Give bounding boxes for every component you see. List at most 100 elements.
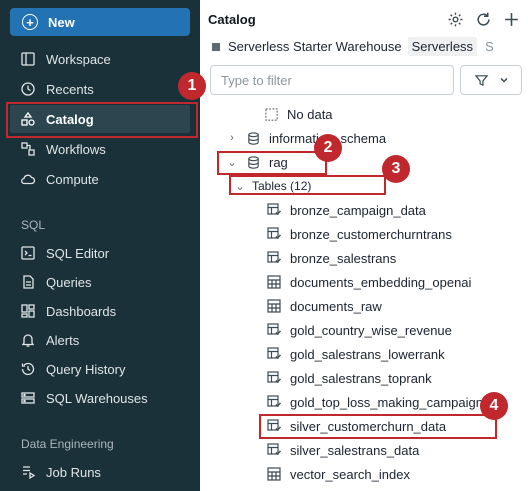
tree-node-tables[interactable]: ⌄ Tables (12) bbox=[234, 175, 311, 197]
sidebar-item-queries[interactable]: Queries bbox=[10, 268, 190, 296]
table-row[interactable]: vector_search_index bbox=[266, 463, 410, 485]
sidebar-item-sql-warehouses[interactable]: SQL Warehouses bbox=[10, 384, 190, 412]
chevron-down-icon[interactable]: ⌄ bbox=[234, 180, 246, 193]
streaming-table-icon bbox=[266, 394, 282, 410]
sidebar-item-recents[interactable]: Recents bbox=[10, 75, 190, 103]
sidebar-item-query-history[interactable]: Query History bbox=[10, 355, 190, 383]
catalog-panel: Catalog Serverless Starter Warehouse Ser… bbox=[200, 0, 528, 491]
catalog-icon bbox=[21, 111, 35, 126]
plus-icon: + bbox=[22, 14, 38, 30]
chevron-right-icon[interactable]: › bbox=[226, 132, 238, 144]
streaming-table-icon bbox=[266, 418, 282, 434]
sidebar-item-label: Recents bbox=[46, 81, 94, 97]
table-row[interactable]: bronze_customerchurntrans bbox=[266, 223, 452, 245]
streaming-table-icon bbox=[266, 250, 282, 266]
chevron-down-icon[interactable]: ⌄ bbox=[226, 156, 238, 169]
tree-node-label: No data bbox=[287, 106, 333, 122]
sidebar-item-sql-editor[interactable]: SQL Editor bbox=[10, 239, 190, 267]
section-label-sql: SQL bbox=[21, 218, 46, 232]
sidebar-item-label: Workflows bbox=[46, 141, 106, 157]
sidebar: + New Workspace Recents Catalog Workflow… bbox=[0, 0, 200, 491]
table-name: bronze_campaign_data bbox=[290, 202, 426, 218]
table-row[interactable]: gold_country_wise_revenue bbox=[266, 319, 452, 341]
tree-node-label: rag bbox=[269, 154, 288, 170]
sidebar-item-dashboards[interactable]: Dashboards bbox=[10, 297, 190, 325]
sidebar-item-label: Dashboards bbox=[46, 303, 117, 319]
step-badge-3: 3 bbox=[382, 155, 410, 183]
sidebar-item-alerts[interactable]: Alerts bbox=[10, 326, 190, 354]
catalog-toolbar bbox=[446, 10, 520, 28]
sidebar-item-job-runs[interactable]: Job Runs bbox=[10, 458, 190, 486]
sql-editor-icon bbox=[21, 246, 35, 260]
step-badge-4: 4 bbox=[480, 392, 508, 420]
tables-label: Tables (12) bbox=[252, 179, 311, 193]
database-icon bbox=[248, 131, 259, 145]
chevron-down-icon bbox=[499, 77, 508, 83]
refresh-icon[interactable] bbox=[474, 10, 492, 28]
history-icon bbox=[21, 362, 35, 376]
table-name: silver_customerchurn_data bbox=[290, 418, 447, 434]
clock-icon bbox=[21, 82, 35, 96]
section-label-data-engineering: Data Engineering bbox=[21, 437, 114, 451]
table-row[interactable]: documents_embedding_openai bbox=[266, 271, 471, 293]
warehouse-name: Serverless Starter Warehouse bbox=[228, 39, 402, 54]
step-badge-2: 2 bbox=[314, 134, 342, 162]
tree-no-data: No data bbox=[264, 103, 333, 125]
sidebar-item-workflows[interactable]: Workflows bbox=[10, 135, 190, 163]
sidebar-item-workspace[interactable]: Workspace bbox=[10, 45, 190, 73]
table-row[interactable]: bronze_campaign_data bbox=[266, 199, 426, 221]
database-icon bbox=[248, 155, 259, 169]
streaming-table-icon bbox=[266, 202, 282, 218]
workflows-icon bbox=[21, 142, 35, 156]
sidebar-item-label: Query History bbox=[46, 361, 126, 377]
table-row[interactable]: gold_salestrans_lowerrank bbox=[266, 343, 445, 365]
new-button[interactable]: + New bbox=[10, 8, 190, 36]
table-row[interactable]: silver_salestrans_data bbox=[266, 439, 419, 461]
table-name: gold_top_loss_making_campaign bbox=[290, 394, 483, 410]
streaming-table-icon bbox=[266, 226, 282, 242]
sidebar-item-label: Alerts bbox=[46, 332, 80, 348]
tables-label-text: Tables bbox=[252, 179, 287, 193]
table-icon bbox=[266, 466, 282, 482]
table-row[interactable]: gold_top_loss_making_campaign bbox=[266, 391, 483, 413]
step-badge-1: 1 bbox=[178, 72, 206, 100]
workspace-icon bbox=[21, 52, 35, 66]
table-name: gold_country_wise_revenue bbox=[290, 322, 452, 338]
table-row[interactable]: gold_salestrans_toprank bbox=[266, 367, 432, 389]
tree-node-rag[interactable]: ⌄ rag bbox=[226, 151, 288, 173]
table-icon bbox=[266, 274, 282, 290]
tables-count: (12) bbox=[290, 179, 312, 193]
sidebar-item-label: Catalog bbox=[46, 111, 94, 127]
gear-icon[interactable] bbox=[446, 10, 464, 28]
table-row[interactable]: bronze_salestrans bbox=[266, 247, 396, 269]
warehouse-type-badge: Serverless bbox=[407, 37, 478, 56]
tree-node-information-schema[interactable]: › information_schema bbox=[226, 127, 386, 149]
table-name: bronze_salestrans bbox=[290, 250, 397, 266]
table-name: gold_salestrans_toprank bbox=[290, 370, 432, 386]
table-row[interactable]: documents_raw bbox=[266, 295, 382, 317]
table-row[interactable]: silver_customerchurn_data bbox=[266, 415, 446, 437]
table-name: documents_embedding_openai bbox=[290, 274, 472, 290]
table-name: bronze_customerchurntrans bbox=[290, 226, 452, 242]
sidebar-item-label: SQL Editor bbox=[46, 245, 110, 261]
filter-input[interactable] bbox=[210, 65, 454, 95]
warehouse-selector[interactable]: Serverless Starter Warehouse Serverless … bbox=[212, 37, 494, 56]
warehouse-size: S bbox=[485, 39, 494, 54]
sidebar-item-label: Compute bbox=[46, 171, 99, 187]
table-icon bbox=[266, 298, 282, 314]
streaming-table-icon bbox=[266, 442, 282, 458]
page-title: Catalog bbox=[208, 12, 256, 27]
sidebar-item-compute[interactable]: Compute bbox=[10, 165, 190, 193]
table-name: vector_search_index bbox=[290, 466, 410, 482]
job-runs-icon bbox=[23, 466, 36, 480]
table-name: documents_raw bbox=[290, 298, 382, 314]
filter-type-button[interactable] bbox=[460, 65, 522, 95]
empty-box-icon bbox=[265, 107, 278, 121]
funnel-icon bbox=[474, 74, 488, 86]
sidebar-item-catalog[interactable]: Catalog bbox=[10, 105, 190, 133]
streaming-table-icon bbox=[266, 370, 282, 386]
cloud-icon bbox=[21, 174, 36, 185]
table-name: silver_salestrans_data bbox=[290, 442, 420, 458]
new-button-label: New bbox=[48, 14, 75, 30]
add-icon[interactable] bbox=[502, 10, 520, 28]
